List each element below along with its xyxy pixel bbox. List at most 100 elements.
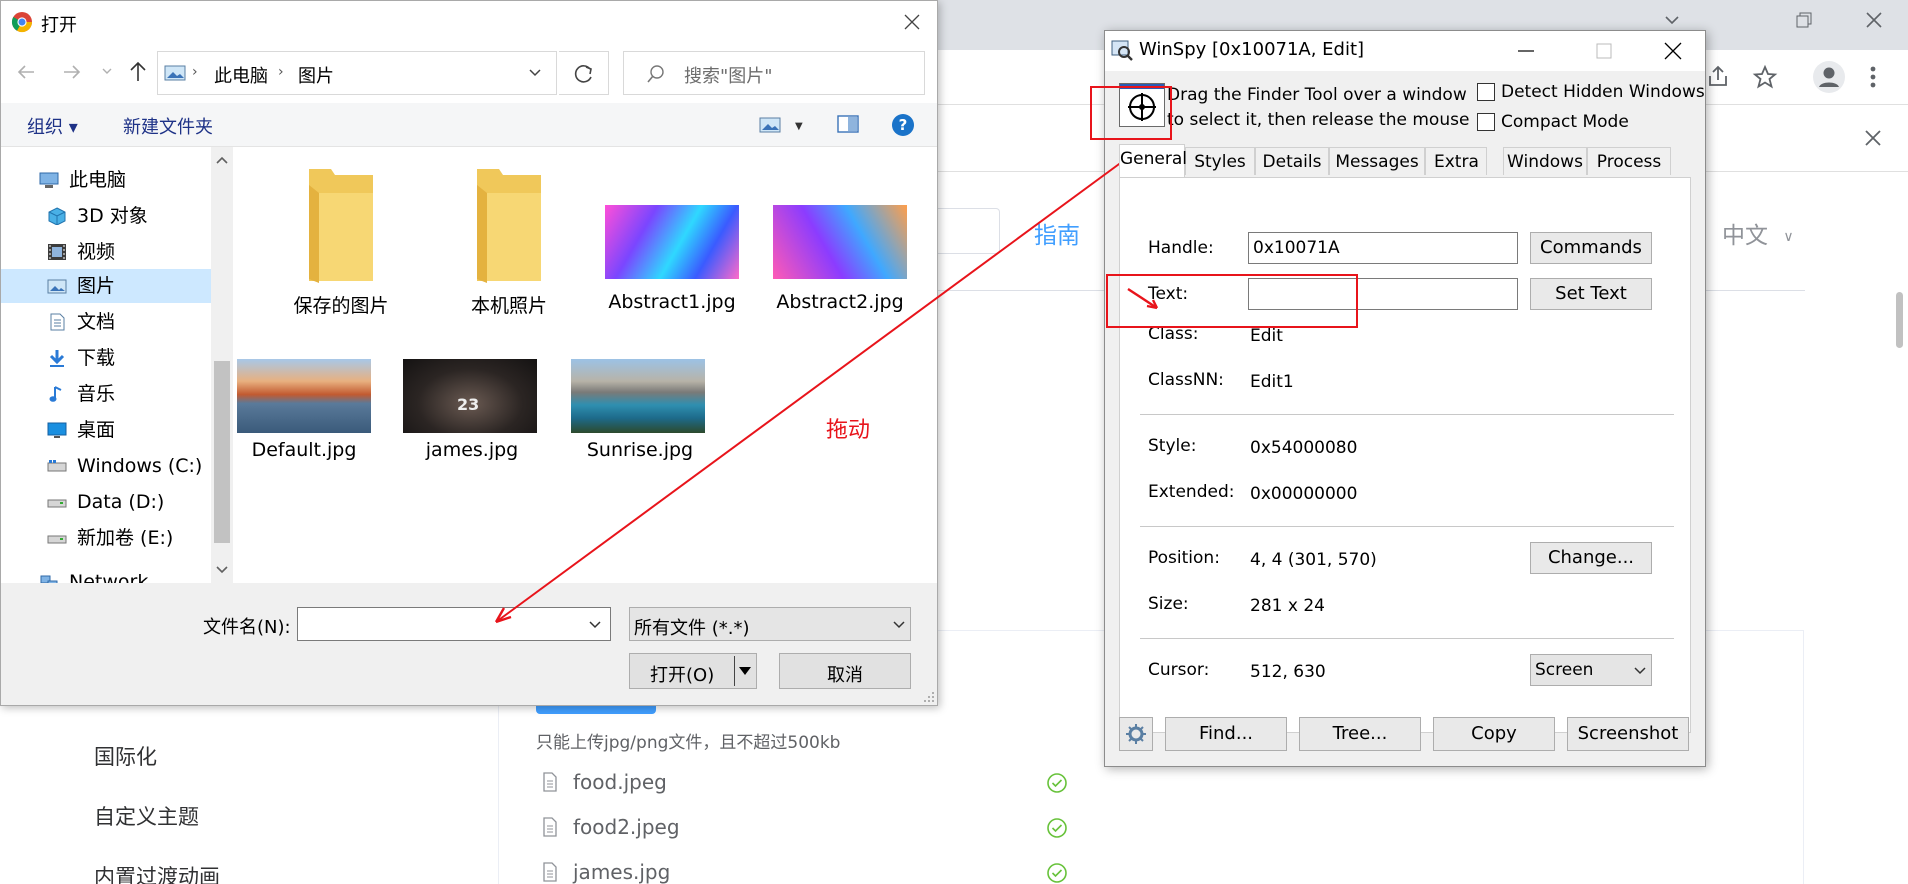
- close-icon[interactable]: [1862, 8, 1886, 32]
- file-item[interactable]: 本机照片: [429, 165, 589, 317]
- folder-icon: [301, 165, 381, 285]
- nav-link-guide[interactable]: 指南: [1034, 216, 1080, 250]
- nav-item-videos[interactable]: 视频: [47, 235, 209, 269]
- tab-extra[interactable]: Extra: [1425, 147, 1487, 175]
- change-button[interactable]: Change...: [1530, 542, 1652, 574]
- nav-item-documents[interactable]: 文档: [47, 305, 209, 339]
- chevron-down-icon[interactable]: [588, 620, 602, 630]
- jersey-number: 23: [457, 395, 480, 414]
- screenshot-button[interactable]: Screenshot: [1567, 717, 1689, 751]
- close-icon[interactable]: [901, 11, 923, 33]
- page-scrollbar-thumb[interactable]: [1896, 292, 1903, 348]
- back-arrow-icon[interactable]: [15, 61, 37, 83]
- nav-item-drive-e[interactable]: 新加卷 (E:): [47, 521, 209, 555]
- infobar-close-icon[interactable]: [1862, 127, 1884, 149]
- winspy-title: WinSpy [0x10071A, Edit]: [1139, 39, 1365, 60]
- share-icon[interactable]: [1706, 64, 1732, 90]
- file-view: 保存的图片 本机照片 Abstract1.jpg Abstract2.jpg D…: [233, 147, 937, 583]
- history-dropdown-icon[interactable]: [528, 68, 542, 78]
- file-item[interactable]: 23 james.jpg: [395, 343, 565, 493]
- search-input[interactable]: 搜索"图片": [623, 51, 925, 95]
- tab-windows[interactable]: Windows: [1503, 147, 1587, 175]
- nav-item-3d-objects[interactable]: 3D 对象: [47, 199, 209, 233]
- menu-item-custom-theme[interactable]: 自定义主题: [94, 801, 199, 831]
- restore-icon[interactable]: [1794, 10, 1814, 30]
- file-item[interactable]: Default.jpg: [227, 343, 397, 493]
- minimize-icon[interactable]: [1515, 41, 1537, 61]
- chevron-down-icon[interactable]: [1660, 8, 1684, 32]
- uploaded-file-name[interactable]: food2.jpeg: [573, 815, 680, 839]
- up-arrow-icon[interactable]: [127, 59, 149, 83]
- extended-value: 0x00000000: [1250, 484, 1358, 504]
- split-dropdown-icon[interactable]: [738, 666, 752, 676]
- settings-button[interactable]: [1119, 717, 1153, 751]
- file-type-select[interactable]: 所有文件 (*.*): [629, 607, 911, 641]
- compact-mode-checkbox[interactable]: [1477, 113, 1495, 131]
- detect-hidden-checkbox[interactable]: [1477, 83, 1495, 101]
- refresh-button[interactable]: [559, 51, 609, 95]
- menu-item-i18n[interactable]: 国际化: [94, 741, 157, 771]
- document-icon: [542, 817, 558, 837]
- tab-process[interactable]: Process: [1587, 147, 1671, 175]
- breadcrumb-item[interactable]: 图片: [298, 62, 334, 88]
- nav-item-drive-d[interactable]: Data (D:): [47, 485, 209, 519]
- tree-button[interactable]: Tree...: [1299, 717, 1421, 751]
- tab-styles[interactable]: Styles: [1185, 147, 1255, 175]
- tab-details[interactable]: Details: [1255, 147, 1329, 175]
- tab-general[interactable]: General: [1119, 144, 1187, 177]
- nav-item-pictures[interactable]: 图片: [47, 269, 209, 303]
- set-text-button[interactable]: Set Text: [1530, 278, 1652, 310]
- classnn-value: Edit1: [1250, 372, 1294, 392]
- file-item[interactable]: 保存的图片: [261, 165, 421, 317]
- file-item[interactable]: Abstract2.jpg: [765, 165, 935, 315]
- view-mode-icon[interactable]: [759, 117, 781, 133]
- handle-label: Handle:: [1148, 238, 1214, 258]
- abstract1-thumbnail: [605, 205, 739, 279]
- breadcrumb-chevron-icon: ›: [278, 64, 284, 80]
- scroll-down-icon[interactable]: [216, 565, 228, 575]
- breadcrumb[interactable]: › 此电脑 › 图片: [157, 51, 557, 95]
- file-item[interactable]: Sunrise.jpg: [563, 343, 733, 493]
- recent-chevron-icon[interactable]: [101, 67, 113, 77]
- organize-menu[interactable]: 组织 ▾: [27, 113, 78, 139]
- close-icon[interactable]: [1661, 39, 1685, 63]
- maximize-icon[interactable]: [1593, 41, 1615, 61]
- breadcrumb-item[interactable]: 此电脑: [214, 62, 268, 88]
- nav-item-drive-c[interactable]: Windows (C:): [47, 449, 209, 483]
- find-button[interactable]: Find...: [1165, 717, 1287, 751]
- nav-item-this-pc[interactable]: 此电脑: [39, 163, 201, 197]
- commands-button[interactable]: Commands: [1530, 232, 1652, 264]
- new-folder-button[interactable]: 新建文件夹: [123, 113, 213, 139]
- handle-field[interactable]: 0x10071A: [1248, 232, 1518, 264]
- nav-item-desktop[interactable]: 桌面: [47, 413, 209, 447]
- cursor-mode-select[interactable]: Screen: [1530, 654, 1652, 686]
- more-menu-icon[interactable]: [1866, 64, 1880, 90]
- nav-item-downloads[interactable]: 下载: [47, 341, 209, 375]
- view-dropdown-icon[interactable]: ▼: [795, 121, 803, 132]
- nav-item-music[interactable]: 音乐: [47, 377, 209, 411]
- position-label: Position:: [1148, 548, 1220, 568]
- resize-grip-icon[interactable]: [921, 689, 935, 703]
- file-item[interactable]: Abstract1.jpg: [597, 165, 767, 315]
- forward-arrow-icon[interactable]: [61, 61, 83, 83]
- uploaded-file-name[interactable]: food.jpeg: [573, 770, 667, 794]
- nav-item-network[interactable]: Network: [39, 565, 201, 583]
- success-check-icon: [1046, 862, 1068, 884]
- cancel-button[interactable]: 取消: [779, 653, 911, 689]
- uploaded-file-name[interactable]: james.jpg: [573, 860, 670, 884]
- filename-input[interactable]: [297, 607, 611, 641]
- scroll-up-icon[interactable]: [216, 155, 228, 165]
- folder-icon: [469, 165, 549, 285]
- bookmark-star-icon[interactable]: [1752, 64, 1778, 90]
- language-selector[interactable]: 中文 ∨: [1722, 216, 1794, 250]
- help-icon[interactable]: ?: [891, 113, 915, 137]
- open-button-label: 打开(O): [650, 665, 715, 686]
- preview-pane-icon[interactable]: [837, 115, 859, 133]
- open-button[interactable]: 打开(O): [629, 653, 757, 689]
- tab-messages[interactable]: Messages: [1329, 147, 1425, 175]
- menu-item-transitions[interactable]: 内置过渡动画: [94, 861, 220, 884]
- dialog-title: 打开: [41, 15, 77, 36]
- search-box[interactable]: [930, 208, 1000, 254]
- copy-button[interactable]: Copy: [1433, 717, 1555, 751]
- profile-avatar-icon[interactable]: [1812, 60, 1846, 94]
